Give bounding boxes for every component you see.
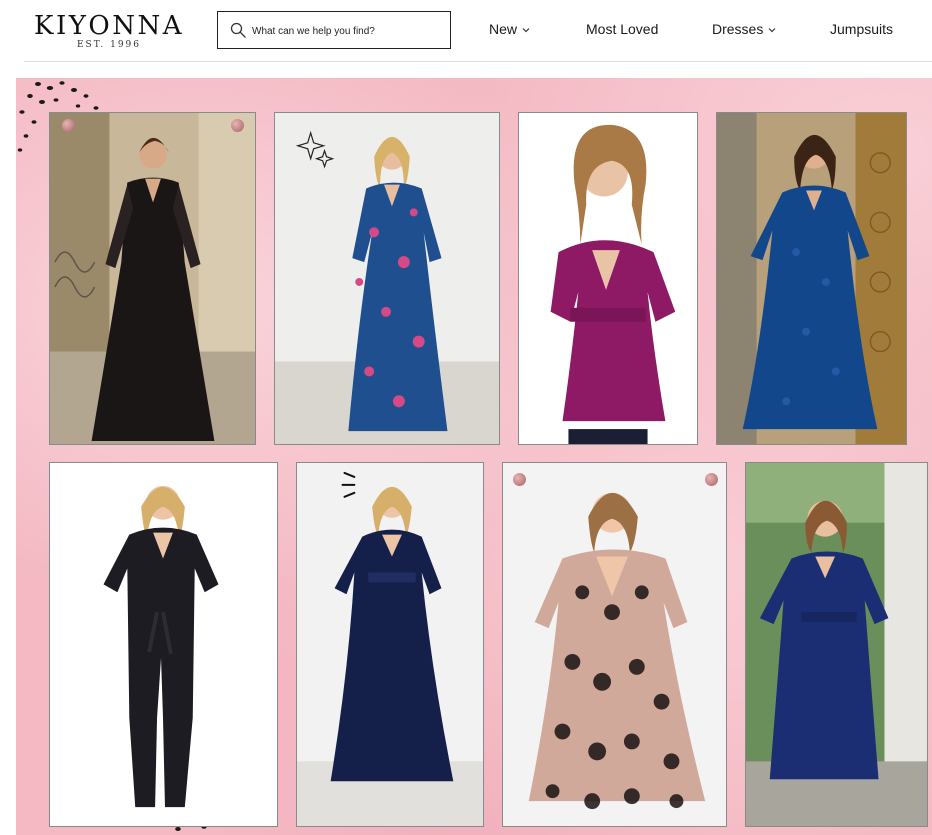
nav-item-dresses[interactable]: Dresses	[712, 20, 777, 40]
product-image	[275, 113, 499, 444]
product-photo-magenta-peplum-top[interactable]	[518, 112, 698, 445]
product-image	[746, 463, 927, 826]
product-photo-black-lace-dress-nude-lining[interactable]	[502, 462, 727, 827]
search-input[interactable]	[252, 21, 442, 41]
nav-item-label: New	[489, 21, 518, 37]
chevron-down-icon	[522, 28, 530, 33]
product-photo-blue-floral-maxi-dress[interactable]	[274, 112, 500, 445]
product-photo-navy-wrap-dress[interactable]	[745, 462, 928, 827]
hero-banner[interactable]	[16, 78, 932, 835]
header-divider	[24, 61, 932, 62]
product-photo-navy-velvet-maxi-dress[interactable]	[296, 462, 484, 827]
nav-item-label: Jumpsuits	[830, 21, 894, 37]
pushpin-decoration	[231, 119, 244, 132]
pushpin-decoration	[62, 119, 75, 132]
brand-logo[interactable]: KIYONNA EST. 1996	[34, 12, 184, 50]
nav-item-most-loved[interactable]: Most Loved	[586, 20, 658, 40]
product-photo-black-lace-maxi-dress[interactable]	[49, 112, 256, 445]
nav-item-new[interactable]: New	[489, 20, 531, 40]
product-image	[50, 113, 255, 444]
nav-item-label: Most Loved	[586, 21, 659, 37]
site-header: KIYONNA EST. 1996 New Most Loved Dresses…	[0, 0, 932, 62]
product-image	[519, 113, 697, 444]
product-image	[50, 463, 277, 826]
pushpin-decoration	[513, 473, 526, 486]
chevron-down-icon	[768, 28, 776, 33]
brand-name: KIYONNA	[34, 11, 184, 41]
search-box[interactable]	[217, 11, 451, 49]
product-image	[297, 463, 483, 826]
pushpin-decoration	[705, 473, 718, 486]
product-photo-blue-lace-dress[interactable]	[716, 112, 907, 445]
product-image	[717, 113, 906, 444]
product-image	[503, 463, 726, 826]
brand-tagline: EST. 1996	[76, 40, 142, 50]
product-photo-black-wrap-jumpsuit[interactable]	[49, 462, 278, 827]
nav-item-label: Dresses	[712, 21, 764, 37]
nav-item-jumpsuits[interactable]: Jumpsuits	[830, 20, 893, 40]
search-icon[interactable]	[230, 22, 246, 38]
